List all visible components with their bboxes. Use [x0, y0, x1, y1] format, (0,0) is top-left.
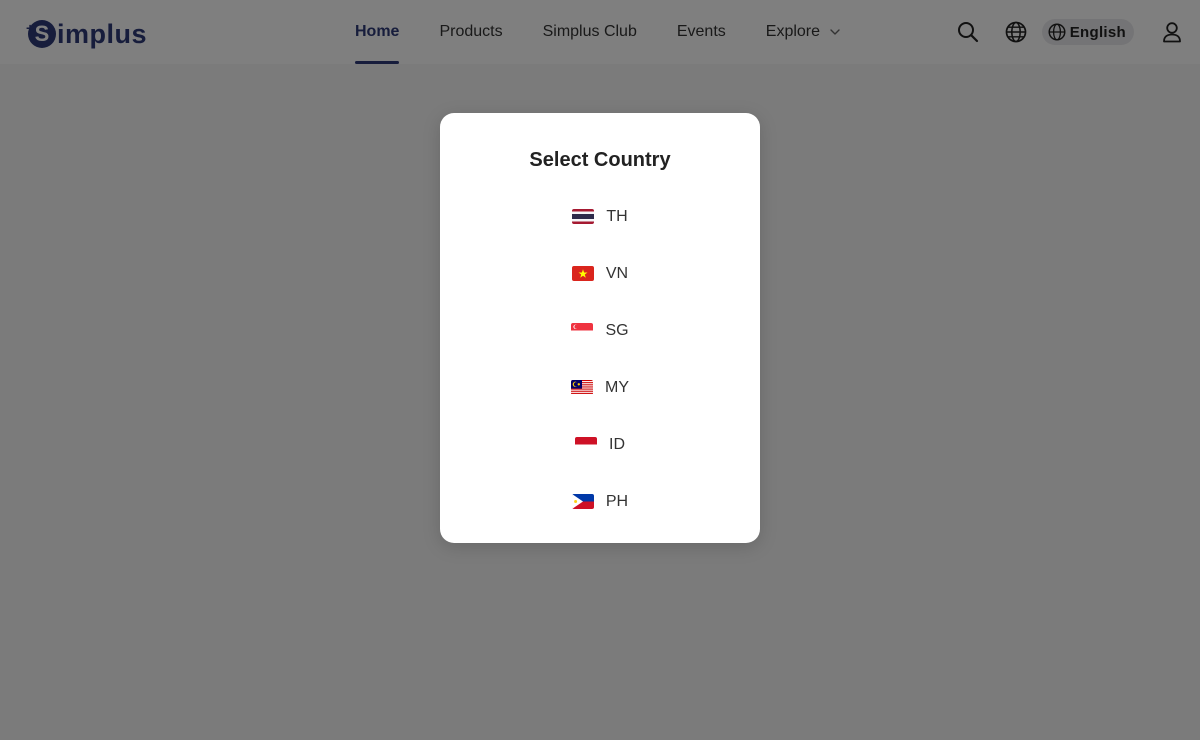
malaysia-flag-icon: [571, 380, 593, 395]
country-option-th[interactable]: TH: [440, 188, 760, 245]
vietnam-flag-icon: [571, 266, 594, 281]
country-option-ph[interactable]: PH: [440, 473, 760, 530]
singapore-flag-icon: [571, 323, 594, 338]
dialog-title: Select Country: [529, 149, 671, 171]
select-country-dialog: Select Country TH VN SG MY ID PH: [440, 113, 760, 543]
country-code: SG: [605, 321, 629, 339]
country-code: TH: [606, 207, 628, 225]
philippines-flag-icon: [571, 494, 594, 509]
country-code: PH: [605, 492, 629, 510]
indonesia-flag-icon: [575, 437, 597, 452]
country-option-id[interactable]: ID: [440, 416, 760, 473]
country-option-my[interactable]: MY: [440, 359, 760, 416]
country-code: VN: [605, 264, 629, 282]
country-option-vn[interactable]: VN: [440, 245, 760, 302]
country-list: TH VN SG MY ID PH: [440, 188, 760, 530]
country-code: ID: [609, 435, 625, 453]
country-option-sg[interactable]: SG: [440, 302, 760, 359]
thailand-flag-icon: [572, 209, 595, 224]
country-code: MY: [605, 378, 629, 396]
